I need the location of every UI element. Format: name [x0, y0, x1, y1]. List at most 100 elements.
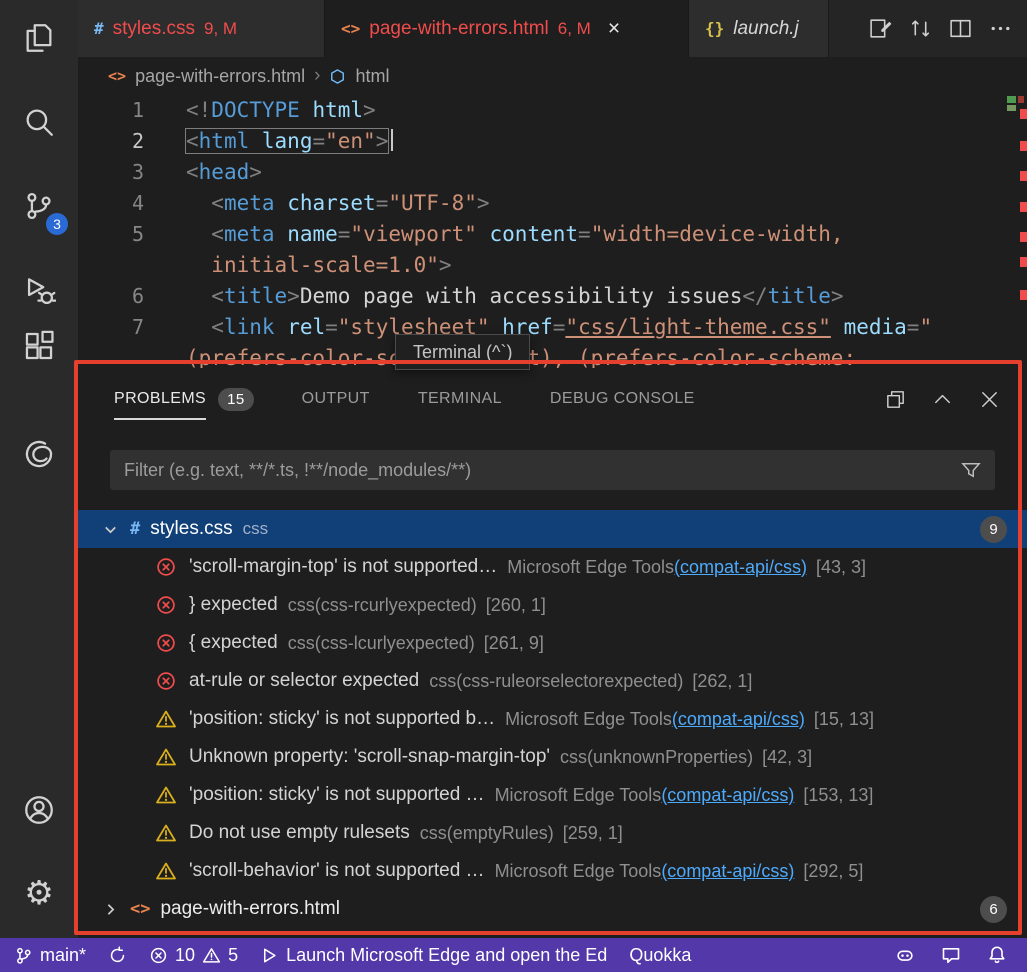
warning-icon	[156, 709, 176, 729]
problem-doc-link[interactable]: (compat-api/css)	[674, 557, 807, 578]
editor-actions	[868, 0, 1027, 57]
code-token	[249, 129, 262, 153]
problem-row[interactable]: 'position: sticky' is not supported …Mic…	[78, 776, 1027, 814]
code-line[interactable]: 5 <meta name="viewport" content="width=d…	[78, 219, 1027, 250]
minimap-mark	[1018, 96, 1024, 103]
code-editor[interactable]: 1<!DOCTYPE html>2<html lang="en">3<head>…	[78, 95, 1027, 375]
activity-bar: 3 ⚙	[0, 0, 78, 938]
restore-panel-icon[interactable]	[884, 388, 907, 411]
tab-styles-css[interactable]: # styles.css 9, M	[78, 0, 325, 57]
code-token: =	[338, 222, 351, 246]
filter-icon[interactable]	[961, 460, 981, 480]
warning-count: 5	[228, 945, 238, 966]
activity-bar-item-settings[interactable]: ⚙	[15, 868, 63, 916]
chevron-right-icon	[102, 901, 119, 918]
split-editor-icon[interactable]	[948, 16, 973, 41]
activity-bar-item-accounts[interactable]	[15, 786, 63, 834]
problem-row[interactable]: { expectedcss(css-lcurlyexpected)[261, 9…	[78, 624, 1027, 662]
line-number	[78, 250, 144, 281]
code-line[interactable]: 4 <meta charset="UTF-8">	[78, 188, 1027, 219]
panel-tab-output[interactable]: OUTPUT	[302, 368, 370, 430]
problem-position: [292, 5]	[803, 861, 863, 882]
tab-page-with-errors-html[interactable]: <> page-with-errors.html 6, M ×	[325, 0, 689, 57]
tab-launch-json[interactable]: {} launch.j	[689, 0, 829, 57]
code-line[interactable]: 7 <link rel="stylesheet" href="css/light…	[78, 312, 1027, 343]
activity-bar-item-extensions[interactable]	[15, 322, 63, 370]
problem-row[interactable]: Do not use empty rulesetscss(emptyRules)…	[78, 814, 1027, 852]
problems-list: #styles.csscss9'scroll-margin-top' is no…	[78, 510, 1027, 928]
breadcrumb-symbol[interactable]: html	[355, 66, 389, 87]
file-language: css	[243, 519, 269, 539]
activity-bar-item-source-control[interactable]: 3	[15, 182, 63, 230]
minimap[interactable]	[1005, 95, 1027, 375]
open-changes-icon[interactable]	[868, 16, 893, 41]
problem-file-row[interactable]: #styles.csscss9	[78, 510, 1027, 548]
panel-tab-debug-console[interactable]: DEBUG CONSOLE	[550, 368, 695, 430]
git-branch-status[interactable]: main*	[14, 945, 86, 966]
line-content: <meta charset="UTF-8">	[186, 188, 490, 219]
sync-status[interactable]	[108, 946, 127, 965]
problems-status[interactable]: 10 5	[149, 945, 238, 966]
code-token	[275, 315, 288, 339]
branch-name: main*	[40, 945, 86, 966]
problem-doc-link[interactable]: (compat-api/css)	[672, 709, 805, 730]
bracket-highlight: <html lang="en">	[186, 129, 388, 153]
editor-tab-bar: # styles.css 9, M <> page-with-errors.ht…	[78, 0, 1027, 57]
compare-changes-icon[interactable]	[908, 16, 933, 41]
panel-tab-label: TERMINAL	[418, 390, 502, 408]
problem-count-badge: 6	[980, 896, 1007, 923]
problem-position: [259, 1]	[563, 823, 623, 844]
bell-icon[interactable]	[987, 945, 1007, 965]
code-line[interactable]: initial-scale=1.0">	[78, 250, 1027, 281]
quokka-status[interactable]: Quokka	[629, 945, 691, 966]
warning-icon	[202, 946, 221, 965]
problem-row[interactable]: 'position: sticky' is not supported b…Mi…	[78, 700, 1027, 738]
panel-tab-label: DEBUG CONSOLE	[550, 390, 695, 408]
panel-tab-problems[interactable]: PROBLEMS 15	[114, 368, 254, 430]
run-debug-icon	[22, 273, 56, 307]
code-token: <!	[186, 98, 211, 122]
problem-source: css(css-ruleorselectorexpected)	[429, 671, 683, 692]
tab-label: styles.css	[113, 18, 195, 40]
more-actions-icon[interactable]	[988, 16, 1013, 41]
code-line[interactable]: 6 <title>Demo page with accessibility is…	[78, 281, 1027, 312]
code-line[interactable]: 3<head>	[78, 157, 1027, 188]
filter-input[interactable]	[124, 460, 961, 481]
panel-tab-terminal[interactable]: TERMINAL	[418, 368, 502, 430]
code-token	[275, 222, 288, 246]
code-token: =	[578, 222, 591, 246]
activity-bar-item-search[interactable]	[15, 98, 63, 146]
launch-edge-status[interactable]: Launch Microsoft Edge and open the Ed	[260, 945, 607, 966]
problem-doc-link[interactable]: (compat-api/css)	[661, 861, 794, 882]
activity-bar-item-run-debug[interactable]	[15, 266, 63, 314]
activity-bar-item-explorer[interactable]	[15, 14, 63, 62]
copilot-icon[interactable]	[895, 945, 915, 965]
close-panel-icon[interactable]	[978, 388, 1001, 411]
code-line[interactable]: 1<!DOCTYPE html>	[78, 95, 1027, 126]
problem-row[interactable]: Unknown property: 'scroll-snap-margin-to…	[78, 738, 1027, 776]
code-line[interactable]: 2<html lang="en">	[78, 126, 1027, 157]
problem-row[interactable]: } expectedcss(css-rcurlyexpected)[260, 1…	[78, 586, 1027, 624]
line-content: <title>Demo page with accessibility issu…	[186, 281, 844, 312]
problem-file-row[interactable]: <>page-with-errors.html6	[78, 890, 1027, 928]
line-content: initial-scale=1.0">	[186, 250, 452, 281]
code-token: <	[211, 191, 224, 215]
close-tab-icon[interactable]: ×	[608, 18, 620, 39]
code-token	[300, 98, 313, 122]
breadcrumb-file[interactable]: page-with-errors.html	[135, 66, 305, 87]
html-symbol-icon	[329, 66, 346, 87]
problem-row[interactable]: 'scroll-behavior' is not supported …Micr…	[78, 852, 1027, 890]
problem-row[interactable]: 'scroll-margin-top' is not supported…Mic…	[78, 548, 1027, 586]
problem-row[interactable]: at-rule or selector expectedcss(css-rule…	[78, 662, 1027, 700]
maximize-panel-icon[interactable]	[931, 388, 954, 411]
text-cursor	[391, 129, 393, 151]
code-token: <	[186, 160, 199, 184]
problem-source: css(css-lcurlyexpected)	[288, 633, 475, 654]
activity-bar-item-edge-tools[interactable]	[15, 430, 63, 478]
problem-doc-link[interactable]: (compat-api/css)	[661, 785, 794, 806]
problem-message: 'position: sticky' is not supported b…	[189, 708, 495, 730]
problems-filter[interactable]	[110, 450, 995, 490]
problem-message: Do not use empty rulesets	[189, 822, 410, 844]
file-icon: <>	[130, 899, 150, 919]
feedback-icon[interactable]	[941, 945, 961, 965]
